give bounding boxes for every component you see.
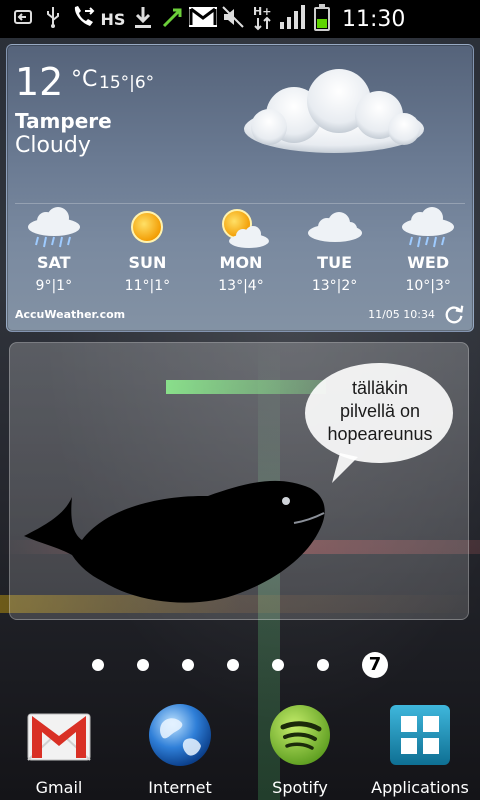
forecast-day-name: WED bbox=[407, 253, 450, 272]
bubble-line: hopeareunus bbox=[327, 424, 433, 444]
battery-charging-icon bbox=[314, 4, 330, 31]
sun-cloud-icon bbox=[221, 209, 269, 248]
page-indicator[interactable]: 7 bbox=[92, 652, 392, 678]
gmail-icon bbox=[188, 6, 218, 33]
forecast-day-range: 10°|3° bbox=[405, 278, 451, 294]
sun-icon bbox=[131, 211, 164, 243]
back-icon bbox=[8, 9, 38, 30]
globe-icon bbox=[149, 704, 211, 766]
page-dot[interactable] bbox=[137, 659, 149, 671]
forecast-day-range: 9°|1° bbox=[35, 278, 73, 294]
page-dot[interactable] bbox=[182, 659, 194, 671]
forecast-day-name: MON bbox=[219, 253, 263, 272]
today-range: 15°|6° bbox=[99, 73, 155, 93]
usb-icon bbox=[38, 6, 68, 33]
call-forward-icon bbox=[68, 4, 98, 35]
page-dot[interactable] bbox=[227, 659, 239, 671]
dock-app-internet[interactable]: Internet bbox=[125, 700, 235, 797]
speech-bubble-text: tälläkin pilvellä on hopeareunus bbox=[306, 377, 454, 446]
download-icon bbox=[128, 5, 158, 34]
rain-cloud-icon bbox=[402, 207, 455, 248]
provider-link[interactable]: AccuWeather.com bbox=[15, 308, 125, 321]
dock-app-gmail[interactable]: Gmail bbox=[4, 700, 114, 797]
battery-level bbox=[317, 19, 327, 28]
forecast-day-range: 13°|2° bbox=[311, 278, 358, 294]
page-dot[interactable] bbox=[92, 659, 104, 671]
forecast-row: SAT 9°|1° SUN 11°|1° MON 13°|4° TUE 13°|… bbox=[7, 207, 473, 307]
status-clock: 11:30 bbox=[342, 6, 406, 32]
dock-app-spotify[interactable]: Spotify bbox=[245, 700, 355, 797]
forecast-day-name: SUN bbox=[128, 253, 167, 272]
spotify-icon bbox=[270, 705, 330, 765]
forecast-day: SUN 11°|1° bbox=[101, 207, 195, 307]
hs-indicator: HS bbox=[100, 9, 126, 29]
forecast-day-range: 11°|1° bbox=[124, 278, 171, 294]
weather-footer: AccuWeather.com 11/05 10:34 bbox=[15, 303, 465, 325]
forecast-day: SAT 9°|1° bbox=[7, 207, 101, 307]
dock-app-applications[interactable]: Applications bbox=[365, 700, 475, 797]
updated-time: 11/05 10:34 bbox=[368, 307, 435, 321]
forecast-day: WED 10°|3° bbox=[381, 207, 473, 307]
app-label: Applications bbox=[371, 778, 469, 797]
refresh-icon[interactable] bbox=[443, 303, 465, 325]
rain-cloud-icon bbox=[27, 207, 80, 248]
page-dot[interactable] bbox=[272, 659, 284, 671]
status-bar[interactable]: HS H+ 11:30 bbox=[0, 0, 480, 38]
app-label: Spotify bbox=[272, 778, 328, 797]
bubble-line: pilvellä on bbox=[339, 401, 421, 421]
forecast-day: TUE 13°|2° bbox=[288, 207, 382, 307]
signal-icon bbox=[278, 4, 308, 35]
forecast-day-name: SAT bbox=[37, 253, 71, 272]
gmail-icon bbox=[27, 713, 91, 761]
photo-frame-widget[interactable]: tälläkin pilvellä on hopeareunus bbox=[9, 342, 469, 620]
cloud-icon bbox=[244, 69, 424, 153]
temperature-unit: °C bbox=[71, 67, 98, 92]
current-page-indicator[interactable]: 7 bbox=[362, 652, 388, 678]
sync-icon bbox=[158, 5, 188, 34]
apps-grid-icon bbox=[390, 705, 450, 765]
hplus-data-icon: H+ bbox=[248, 3, 278, 36]
divider bbox=[15, 203, 465, 204]
hplus-text: H+ bbox=[253, 5, 271, 18]
city-name: Tampere bbox=[15, 109, 112, 133]
app-label: Internet bbox=[148, 778, 212, 797]
weather-condition: Cloudy bbox=[15, 133, 91, 158]
current-temperature: 12 bbox=[15, 60, 64, 104]
forecast-day-name: TUE bbox=[317, 253, 352, 272]
weather-widget[interactable]: 12 °C 15°|6° Tampere Cloudy SAT 9°|1° SU… bbox=[6, 44, 474, 332]
forecast-day-range: 13°|4° bbox=[218, 278, 264, 294]
app-label: Gmail bbox=[35, 778, 83, 797]
app-dock: Gmail Internet Spotify Applications bbox=[0, 700, 480, 800]
forecast-day: MON 13°|4° bbox=[194, 207, 288, 307]
mute-icon bbox=[218, 5, 248, 34]
page-dot[interactable] bbox=[317, 659, 329, 671]
bubble-line: tälläkin bbox=[351, 378, 409, 398]
cloud-icon bbox=[307, 212, 362, 242]
